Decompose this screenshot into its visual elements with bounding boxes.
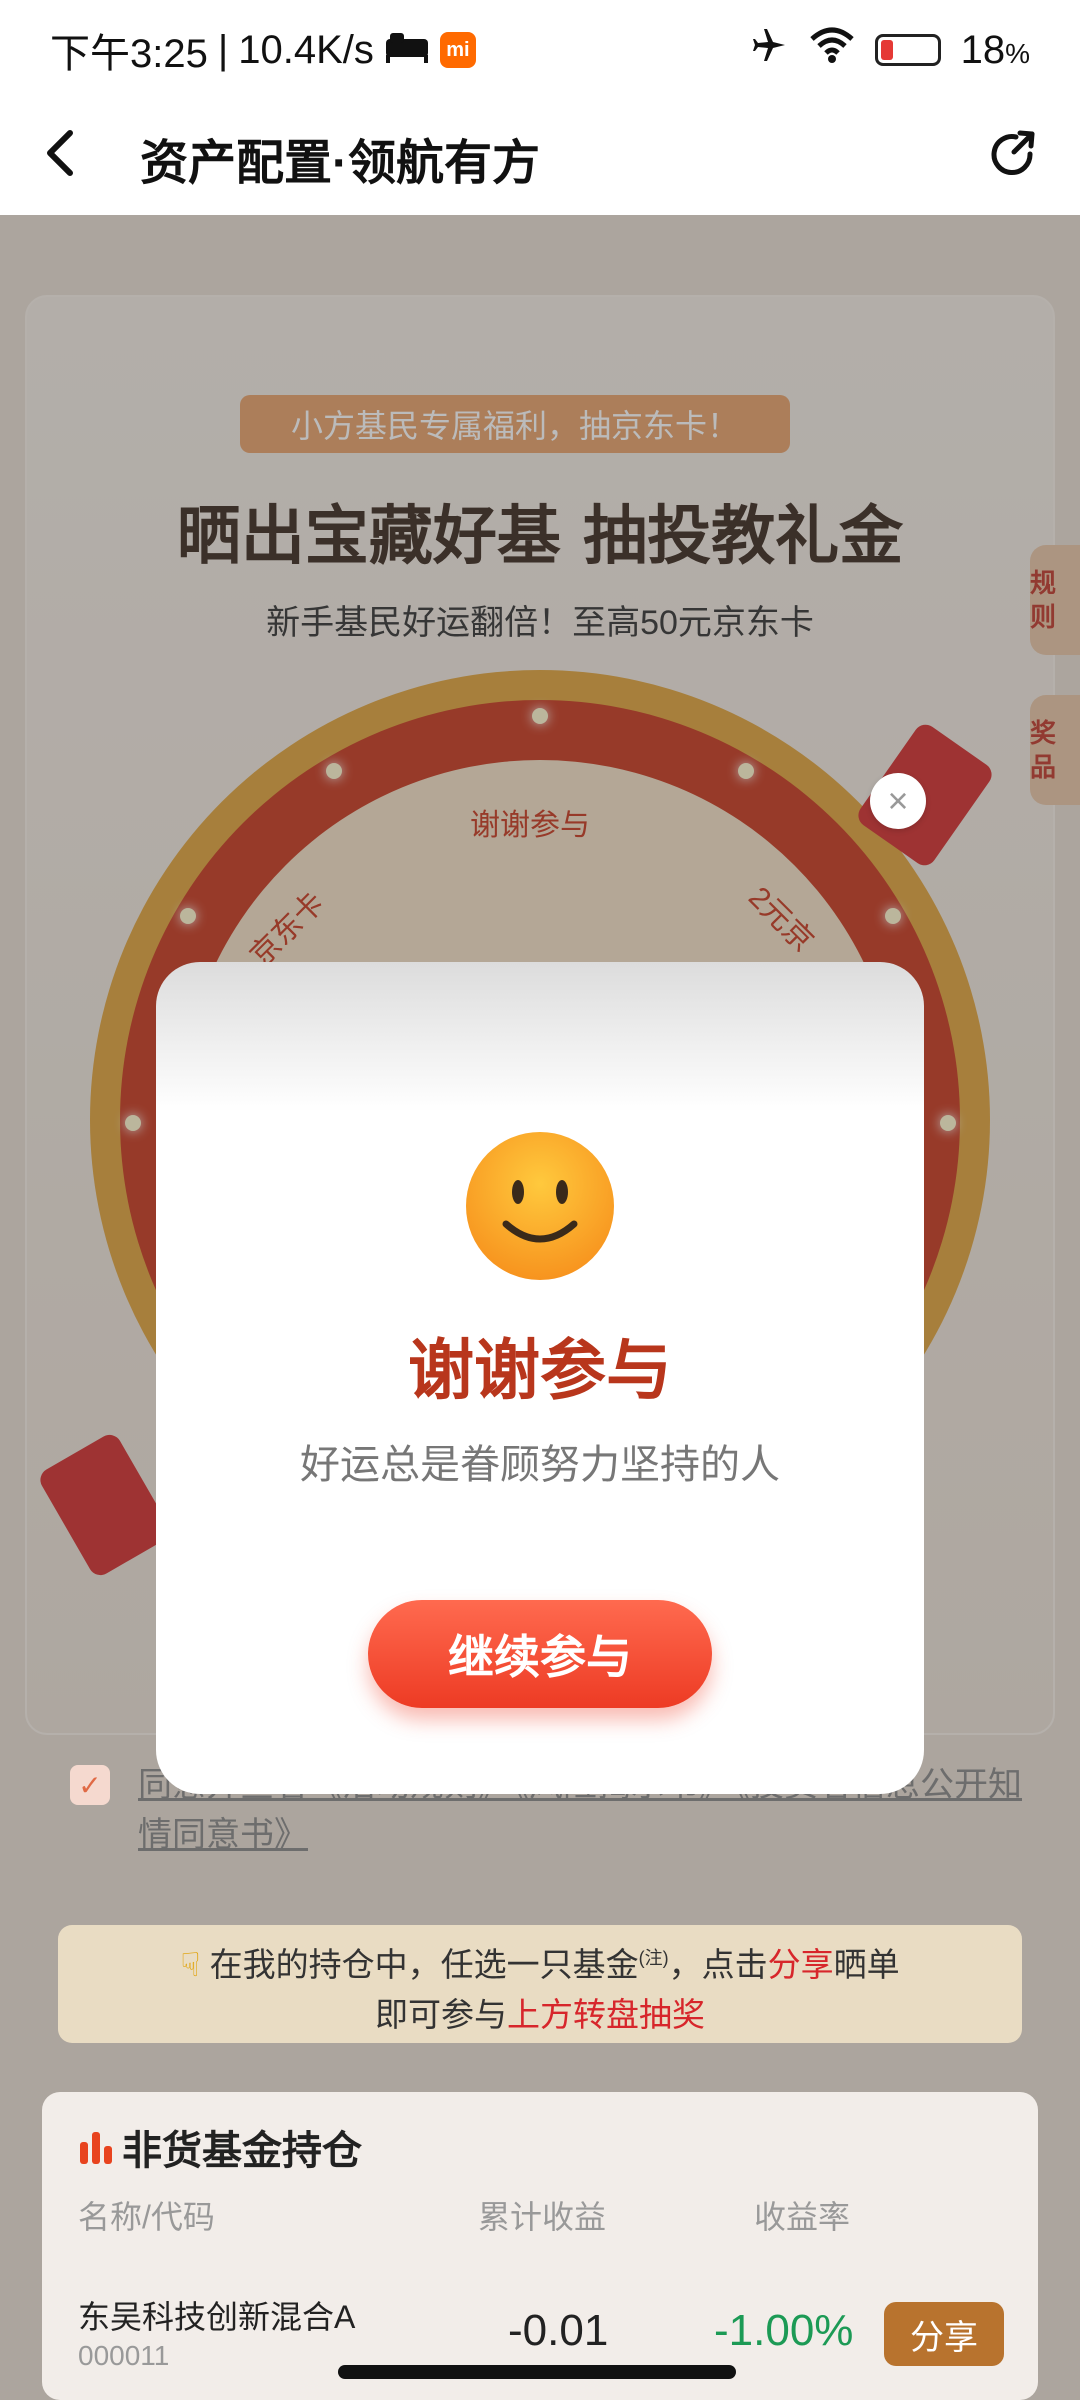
continue-button[interactable]: 继续参与 (368, 1600, 712, 1708)
share-notice: ☟ 在我的持仓中，任选一只基金(注)，点击分享晒单 即可参与上方转盘抽奖 (58, 1925, 1022, 2043)
battery-icon (874, 34, 941, 66)
battery-unit: % (1005, 37, 1030, 69)
fund-name[interactable]: 东吴科技创新混合A (78, 2292, 355, 2338)
pointing-hand-icon: ☟ (180, 1946, 201, 1983)
modal-subtitle: 好运总是眷顾努力坚持的人 (300, 1443, 780, 1487)
holdings-title: 非货基金持仓 (122, 2129, 362, 2173)
airplane-icon (749, 25, 789, 75)
home-indicator[interactable] (338, 2365, 736, 2379)
share-button[interactable]: 分享 (884, 2302, 1004, 2366)
smiley-icon (466, 1132, 614, 1280)
page-title: 资产配置·领航有方 (140, 136, 540, 190)
modal-title: 谢谢参与 (408, 1332, 672, 1409)
close-icon[interactable]: × (870, 773, 926, 829)
battery-percent: 18 (960, 27, 1006, 72)
holdings-section: 非货基金持仓 名称/代码 累计收益 收益率 东吴科技创新混合A 000011 -… (42, 2092, 1038, 2400)
wifi-icon (809, 27, 855, 73)
result-modal: 谢谢参与 好运总是眷顾努力坚持的人 继续参与 (156, 962, 924, 1794)
column-header-profit: 累计收益 (478, 2199, 607, 2235)
status-bar: 下午3:25 | 10.4K/s mi 18% (0, 0, 1080, 100)
nav-bar: 资产配置·领航有方 (0, 100, 1080, 215)
share-icon[interactable] (986, 128, 1040, 187)
consent-checkbox[interactable]: ✓ (70, 1765, 110, 1805)
fund-profit: -0.01 (508, 2306, 609, 2355)
sleep-icon (384, 28, 430, 73)
network-speed: 10.4K/s (238, 27, 374, 72)
fund-rate: -1.00% (714, 2306, 854, 2355)
column-header-rate: 收益率 (754, 2199, 851, 2235)
back-icon[interactable] (40, 123, 100, 192)
chart-bars-icon (80, 2132, 112, 2164)
fund-code: 000011 (78, 2340, 170, 2371)
column-header-name: 名称/代码 (78, 2199, 215, 2235)
mi-app-icon: mi (439, 32, 476, 68)
status-time: 下午3:25 (50, 32, 208, 76)
